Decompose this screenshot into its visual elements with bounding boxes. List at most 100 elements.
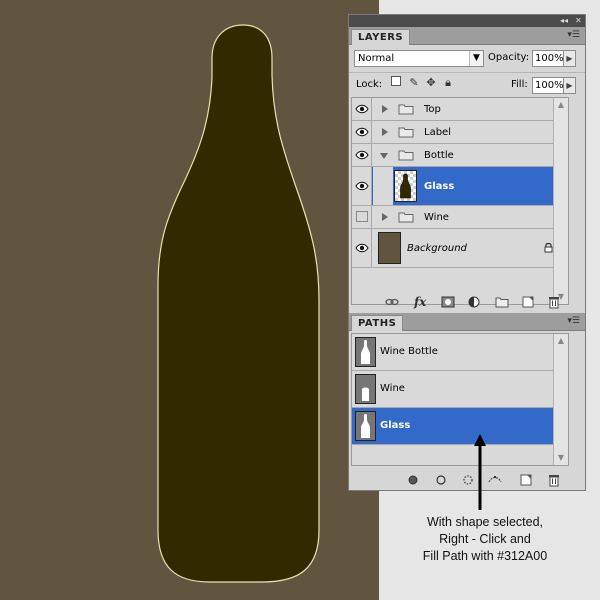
visibility-cell[interactable] <box>352 121 372 143</box>
fill-path-icon[interactable] <box>406 473 420 487</box>
layer-row-wine[interactable]: Wine <box>352 206 568 229</box>
annotation-line-1: With shape selected, <box>426 515 544 529</box>
path-name: Wine <box>380 383 405 394</box>
document-canvas[interactable] <box>0 0 379 600</box>
path-thumbnail <box>355 411 376 441</box>
layers-list: Top Label Bottle Glass Wine Background ▲… <box>351 97 569 305</box>
collapse-triangle-icon[interactable] <box>380 153 388 159</box>
visibility-cell[interactable] <box>352 167 372 205</box>
glass-path-thumb-icon <box>361 414 370 438</box>
path-name: Glass <box>380 420 411 431</box>
paths-list: Wine Bottle Wine Glass ▲ ▼ <box>351 333 569 466</box>
lock-label: Lock: <box>356 79 383 90</box>
lock-image-pixels-icon[interactable]: ✎ <box>408 77 420 89</box>
instruction-annotation: With shape selected, Right - Click and F… <box>400 514 570 565</box>
chevron-down-icon: ▼ <box>469 51 483 66</box>
delete-path-icon[interactable] <box>547 473 561 487</box>
indent-spacer <box>373 167 393 205</box>
opacity-field[interactable]: 100% <box>532 50 564 67</box>
lock-all-icon[interactable]: 🔒︎ <box>442 77 454 89</box>
opacity-slider-arrow-icon[interactable]: ▶ <box>564 50 576 67</box>
wine-path-thumb-icon <box>362 387 369 401</box>
layer-row-bottle[interactable]: Bottle <box>352 144 568 167</box>
paths-panel-menu-icon[interactable]: ▾☰ <box>567 316 580 326</box>
scroll-up-icon[interactable]: ▲ <box>554 334 568 348</box>
link-layers-icon[interactable] <box>385 295 399 309</box>
layer-name: Background <box>407 243 467 254</box>
expand-triangle-icon[interactable] <box>382 128 388 136</box>
opacity-label: Opacity: <box>488 52 530 63</box>
layer-row-top[interactable]: Top <box>352 98 568 121</box>
visibility-cell[interactable] <box>352 98 372 120</box>
blend-options-row: Normal ▼ Opacity: 100% ▶ <box>349 46 585 70</box>
annotation-line-2: Right - Click and <box>439 532 531 546</box>
bottle-thumbnail-icon <box>400 173 411 199</box>
delete-layer-icon[interactable] <box>547 295 561 309</box>
eye-icon <box>355 104 369 114</box>
scroll-up-icon[interactable]: ▲ <box>554 98 568 112</box>
lock-icon <box>544 242 553 253</box>
panel-dock: ◂◂ ✕ LAYERS ▾☰ Normal ▼ Opacity: 100% ▶ … <box>348 14 586 491</box>
path-thumbnail <box>355 337 376 367</box>
path-thumbnail <box>355 374 376 404</box>
tab-layers[interactable]: LAYERS <box>351 29 411 45</box>
layer-row-background[interactable]: Background <box>352 229 568 268</box>
lock-fill-row: Lock: ✎ ✥ 🔒︎ Fill: 100% ▶ <box>349 73 585 97</box>
collapse-dock-icon[interactable]: ◂◂ <box>560 16 568 26</box>
folder-icon <box>398 212 414 223</box>
layer-name: Wine <box>424 212 449 223</box>
lock-position-icon[interactable]: ✥ <box>425 77 437 89</box>
path-name: Wine Bottle <box>380 346 438 357</box>
tab-paths[interactable]: PATHS <box>351 315 404 331</box>
bottle-path <box>157 24 320 583</box>
layer-row-glass[interactable]: Glass <box>352 167 568 206</box>
annotation-arrow-icon <box>474 434 486 510</box>
scroll-down-icon[interactable]: ▼ <box>554 451 568 465</box>
path-row-wine-bottle[interactable]: Wine Bottle <box>352 334 568 371</box>
visibility-cell[interactable] <box>352 206 372 228</box>
adjustment-layer-icon[interactable] <box>467 295 481 309</box>
path-row-wine[interactable]: Wine <box>352 371 568 408</box>
eye-icon <box>355 150 369 160</box>
path-row-glass[interactable]: Glass <box>352 408 568 445</box>
eye-icon <box>355 127 369 137</box>
paths-scrollbar[interactable]: ▲ ▼ <box>553 334 568 465</box>
dock-titlebar[interactable]: ◂◂ ✕ <box>349 15 585 27</box>
bottle-shape <box>157 24 320 583</box>
fx-layer-style-icon[interactable]: fx <box>414 295 428 309</box>
expand-triangle-icon[interactable] <box>382 213 388 221</box>
blend-mode-select[interactable]: Normal ▼ <box>354 50 484 67</box>
eye-icon <box>355 243 369 253</box>
layer-name: Top <box>424 104 441 115</box>
bottle-path-thumb-icon <box>361 340 370 364</box>
new-layer-icon[interactable] <box>521 295 535 309</box>
folder-icon <box>398 127 414 138</box>
add-mask-icon[interactable] <box>441 295 455 309</box>
visibility-cell[interactable] <box>352 144 372 166</box>
layers-footer: fx <box>349 291 585 313</box>
hidden-visibility-box <box>356 211 368 222</box>
annotation-line-3: Fill Path with #312A00 <box>422 549 548 563</box>
fill-label: Fill: <box>511 79 528 90</box>
expand-triangle-icon[interactable] <box>382 105 388 113</box>
blend-mode-value: Normal <box>358 53 395 64</box>
layers-scrollbar[interactable]: ▲ ▼ <box>553 98 568 304</box>
layer-name: Bottle <box>424 150 454 161</box>
new-path-icon[interactable] <box>519 473 533 487</box>
make-work-path-icon[interactable] <box>488 473 502 487</box>
visibility-cell[interactable] <box>352 229 372 267</box>
lock-transparent-pixels-icon[interactable] <box>391 76 401 86</box>
layers-panel-menu-icon[interactable]: ▾☰ <box>567 30 580 40</box>
close-dock-icon[interactable]: ✕ <box>575 16 582 26</box>
fill-slider-arrow-icon[interactable]: ▶ <box>564 77 576 94</box>
paths-footer <box>349 469 585 491</box>
stroke-path-icon[interactable] <box>434 473 448 487</box>
folder-icon <box>398 104 414 115</box>
eye-icon <box>355 181 369 191</box>
layer-thumbnail <box>394 170 417 202</box>
layer-name: Glass <box>424 181 455 192</box>
folder-icon <box>398 150 414 161</box>
fill-field[interactable]: 100% <box>532 77 564 94</box>
layer-row-label[interactable]: Label <box>352 121 568 144</box>
new-group-icon[interactable] <box>495 295 509 309</box>
